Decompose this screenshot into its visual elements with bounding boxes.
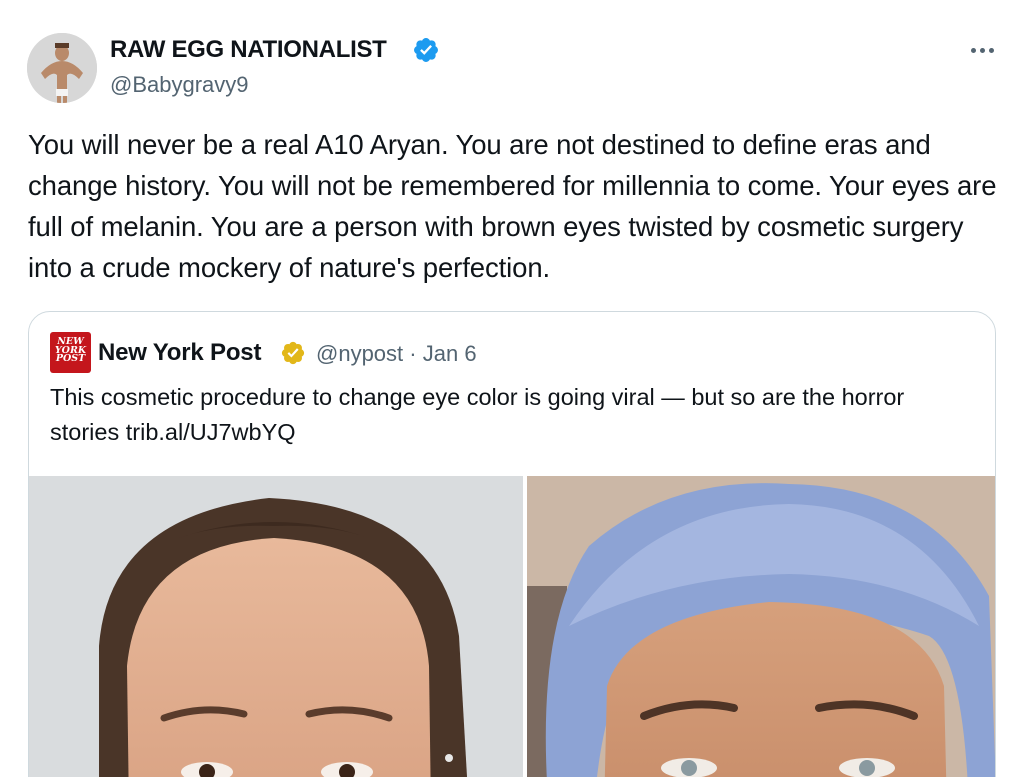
verified-badge-icon [412,36,440,64]
quote-meta: @nypost · Jan 6 [316,341,477,367]
gold-verified-badge-icon [280,340,306,366]
quote-display-name[interactable]: New York Post [98,339,261,367]
nypost-logo-text: NEW YORK POST [54,336,87,364]
quote-separator: · [409,341,417,366]
left-photo [29,476,523,777]
more-horizontal-icon [970,47,976,53]
handle[interactable]: @Babygravy9 [110,72,249,98]
display-name[interactable]: RAW EGG NATIONALIST [110,36,387,64]
nypost-logo: NEW YORK POST [50,332,91,373]
quote-text: This cosmetic procedure to change eye co… [50,384,905,445]
quote-date[interactable]: Jan 6 [423,341,477,366]
tweet-text: You will never be a real A10 Aryan. You … [28,129,997,283]
quote-handle[interactable]: @nypost [316,341,403,366]
avatar[interactable] [27,33,97,103]
more-options-button[interactable] [962,38,1002,62]
quoted-tweet[interactable]: NEW YORK POST New York Post @nypost · Ja… [28,311,996,777]
quote-media[interactable] [29,476,995,777]
tweet: RAW EGG NATIONALIST @Babygravy9 You will… [0,0,1024,777]
right-photo [527,476,995,777]
